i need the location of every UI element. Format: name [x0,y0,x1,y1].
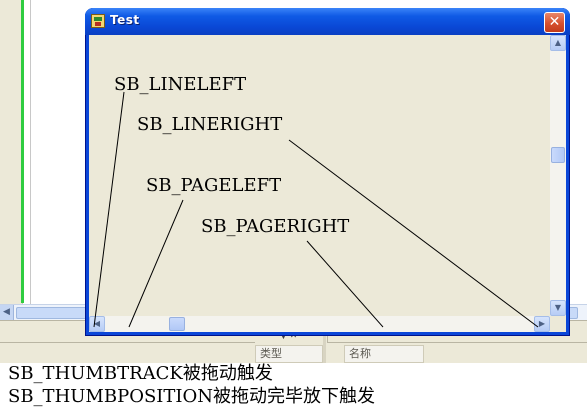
window-title: Test [110,13,140,27]
scrollbar-corner [550,316,566,332]
label-sb-lineright: SB_LINERIGHT [137,114,283,135]
horizontal-scroll-thumb[interactable] [169,317,185,331]
vertical-scroll-thumb[interactable] [551,147,565,163]
column-header-type[interactable]: 类型 [255,345,323,363]
close-button[interactable]: ✕ [544,12,565,33]
client-area: SB_LINELEFT SB_LINERIGHT SB_PAGELEFT SB_… [89,35,566,332]
scroll-down-arrow-icon[interactable]: ▼ [550,300,566,316]
vertical-scrollbar[interactable]: ▲ ▼ [550,35,566,316]
close-icon: ✕ [548,14,561,30]
scroll-right-arrow-icon[interactable]: ▶ [534,316,550,332]
label-sb-lineleft: SB_LINELEFT [114,74,247,95]
app-icon[interactable] [91,14,105,28]
notes-text: SB_THUMBTRACK被拖动触发 SB_THUMBPOSITION被拖动完毕… [8,362,583,408]
label-sb-pageright: SB_PAGERIGHT [201,216,350,237]
scroll-left-arrow-icon[interactable]: ◀ [0,305,14,320]
note-thumbposition: SB_THUMBPOSITION被拖动完毕放下触发 [8,386,376,407]
background-left-pane [0,0,23,304]
note-thumbtrack: SB_THUMBTRACK被拖动触发 [8,363,273,384]
label-sb-pageleft: SB_PAGELEFT [146,175,282,196]
scroll-up-arrow-icon[interactable]: ▲ [550,35,566,51]
horizontal-scrollbar[interactable]: ◀ ▶ [89,316,550,332]
editor-margin-indicator [21,0,24,303]
column-header-name[interactable]: 名称 [344,345,424,363]
title-bar[interactable]: Test ✕ [85,8,570,35]
test-window: Test ✕ SB_LINELEFT SB_LINERIGHT SB_PAGEL… [85,8,570,336]
editor-divider [30,0,31,304]
scroll-left-arrow-icon[interactable]: ◀ [89,316,105,332]
